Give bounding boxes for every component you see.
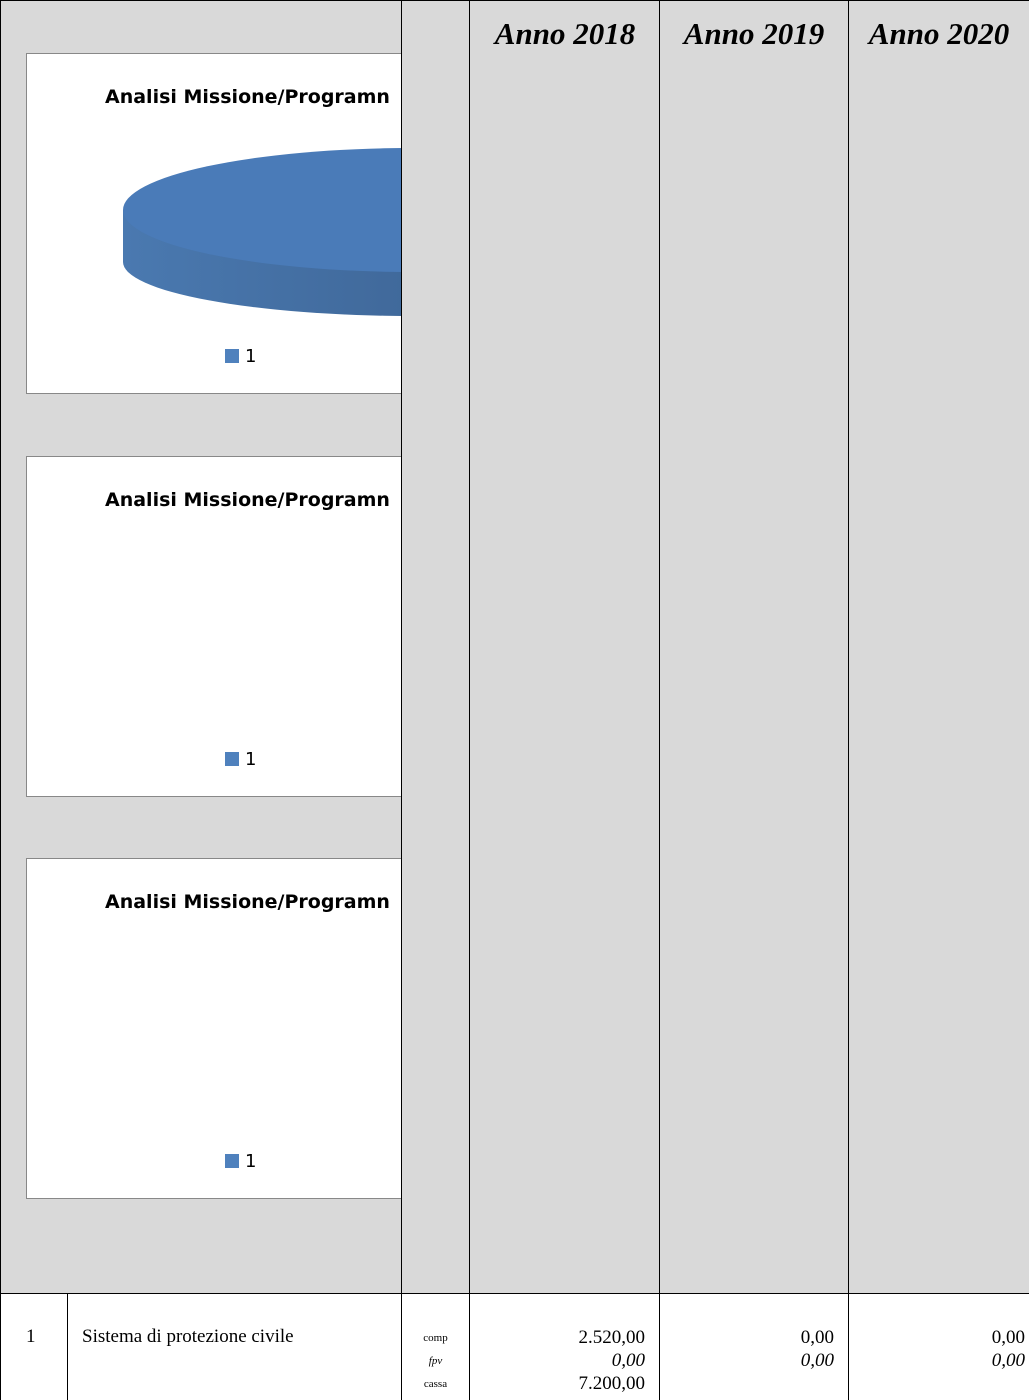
year-header-2018: Anno 2018 — [494, 16, 636, 51]
pie-chart — [123, 148, 402, 316]
chart-legend: 1 — [225, 346, 256, 367]
grid-line — [67, 1293, 68, 1400]
legend-label: 1 — [245, 346, 257, 367]
grid-line — [0, 1293, 1029, 1294]
value-2020-fpv: 0,00 — [991, 1350, 1025, 1371]
value-2020-comp: 0,00 — [991, 1327, 1025, 1348]
chart-legend: 1 — [225, 1151, 256, 1172]
grid-line — [401, 0, 402, 1400]
grid-line — [848, 0, 849, 1400]
label-cassa: cassa — [423, 1378, 448, 1390]
grid-line — [0, 0, 1, 1400]
legend-swatch — [225, 752, 239, 766]
chart-panel-1: Analisi Missione/Programn 1 — [26, 53, 402, 394]
grid-line — [469, 0, 470, 1400]
year-header-2020: Anno 2020 — [868, 16, 1010, 51]
label-fpv: fpv — [428, 1355, 443, 1367]
legend-swatch — [225, 1154, 239, 1168]
chart-title: Analisi Missione/Programn — [105, 489, 390, 511]
value-2018-comp: 2.520,00 — [578, 1327, 646, 1348]
value-2019-comp: 0,00 — [800, 1327, 834, 1348]
chart-panel-2: Analisi Missione/Programn 1 — [26, 456, 402, 797]
chart-panel-3: Analisi Missione/Programn 1 — [26, 858, 402, 1199]
value-2018-cassa: 7.200,00 — [578, 1373, 646, 1394]
chart-legend: 1 — [225, 749, 256, 770]
grid-line — [659, 0, 660, 1400]
legend-label: 1 — [245, 749, 257, 770]
chart-title: Analisi Missione/Programn — [105, 891, 390, 913]
label-comp: comp — [423, 1332, 448, 1344]
legend-label: 1 — [245, 1151, 257, 1172]
legend-swatch — [225, 349, 239, 363]
row-number: 1 — [26, 1326, 36, 1347]
value-2018-fpv: 0,00 — [611, 1350, 645, 1371]
value-2019-fpv: 0,00 — [800, 1350, 834, 1371]
row-description: Sistema di protezione civile — [82, 1326, 294, 1347]
grid-line — [0, 0, 1029, 1]
year-header-2019: Anno 2019 — [683, 16, 825, 51]
